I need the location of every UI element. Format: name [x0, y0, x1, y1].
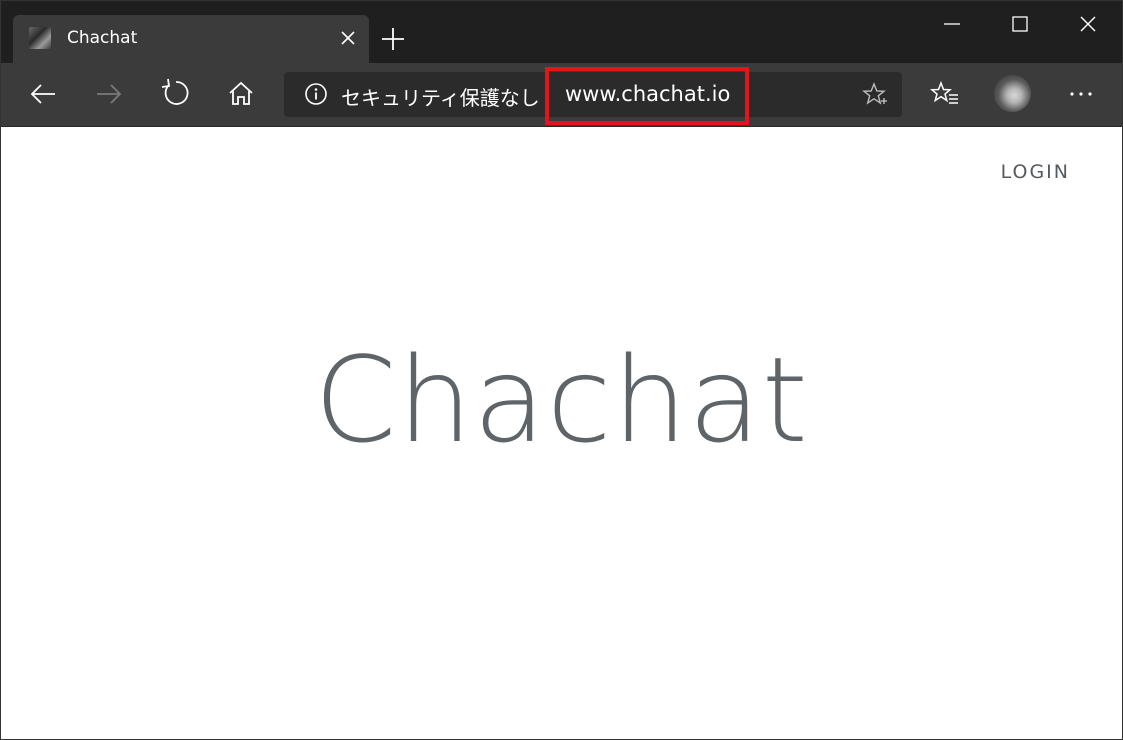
- title-bar: Chachat: [1, 1, 1122, 63]
- arrow-left-icon[interactable]: [25, 76, 61, 112]
- close-tab-icon[interactable]: [337, 27, 359, 49]
- hero-title: Chachat: [314, 331, 809, 469]
- add-favorite-star-icon[interactable]: [862, 82, 888, 108]
- minimize-icon[interactable]: [935, 7, 969, 41]
- page-content: LOGIN Chachat: [1, 127, 1122, 739]
- login-link[interactable]: LOGIN: [1001, 161, 1070, 183]
- close-window-icon[interactable]: [1071, 7, 1105, 41]
- maximize-icon[interactable]: [1003, 7, 1037, 41]
- favicon-icon: [29, 27, 51, 49]
- new-tab-plus-icon[interactable]: [379, 25, 407, 53]
- arrow-right-icon[interactable]: [91, 76, 127, 112]
- tab-title: Chachat: [67, 28, 138, 48]
- favorites-list-icon[interactable]: [927, 76, 963, 112]
- info-icon[interactable]: [304, 82, 328, 106]
- url-highlight-box: [545, 67, 749, 125]
- security-status-text[interactable]: セキュリティ保護なし: [341, 82, 540, 111]
- refresh-icon[interactable]: [158, 76, 194, 112]
- profile-avatar[interactable]: [994, 75, 1031, 112]
- home-icon[interactable]: [223, 76, 259, 112]
- more-ellipsis-icon[interactable]: [1063, 76, 1099, 112]
- tab-chachat[interactable]: Chachat: [13, 15, 369, 63]
